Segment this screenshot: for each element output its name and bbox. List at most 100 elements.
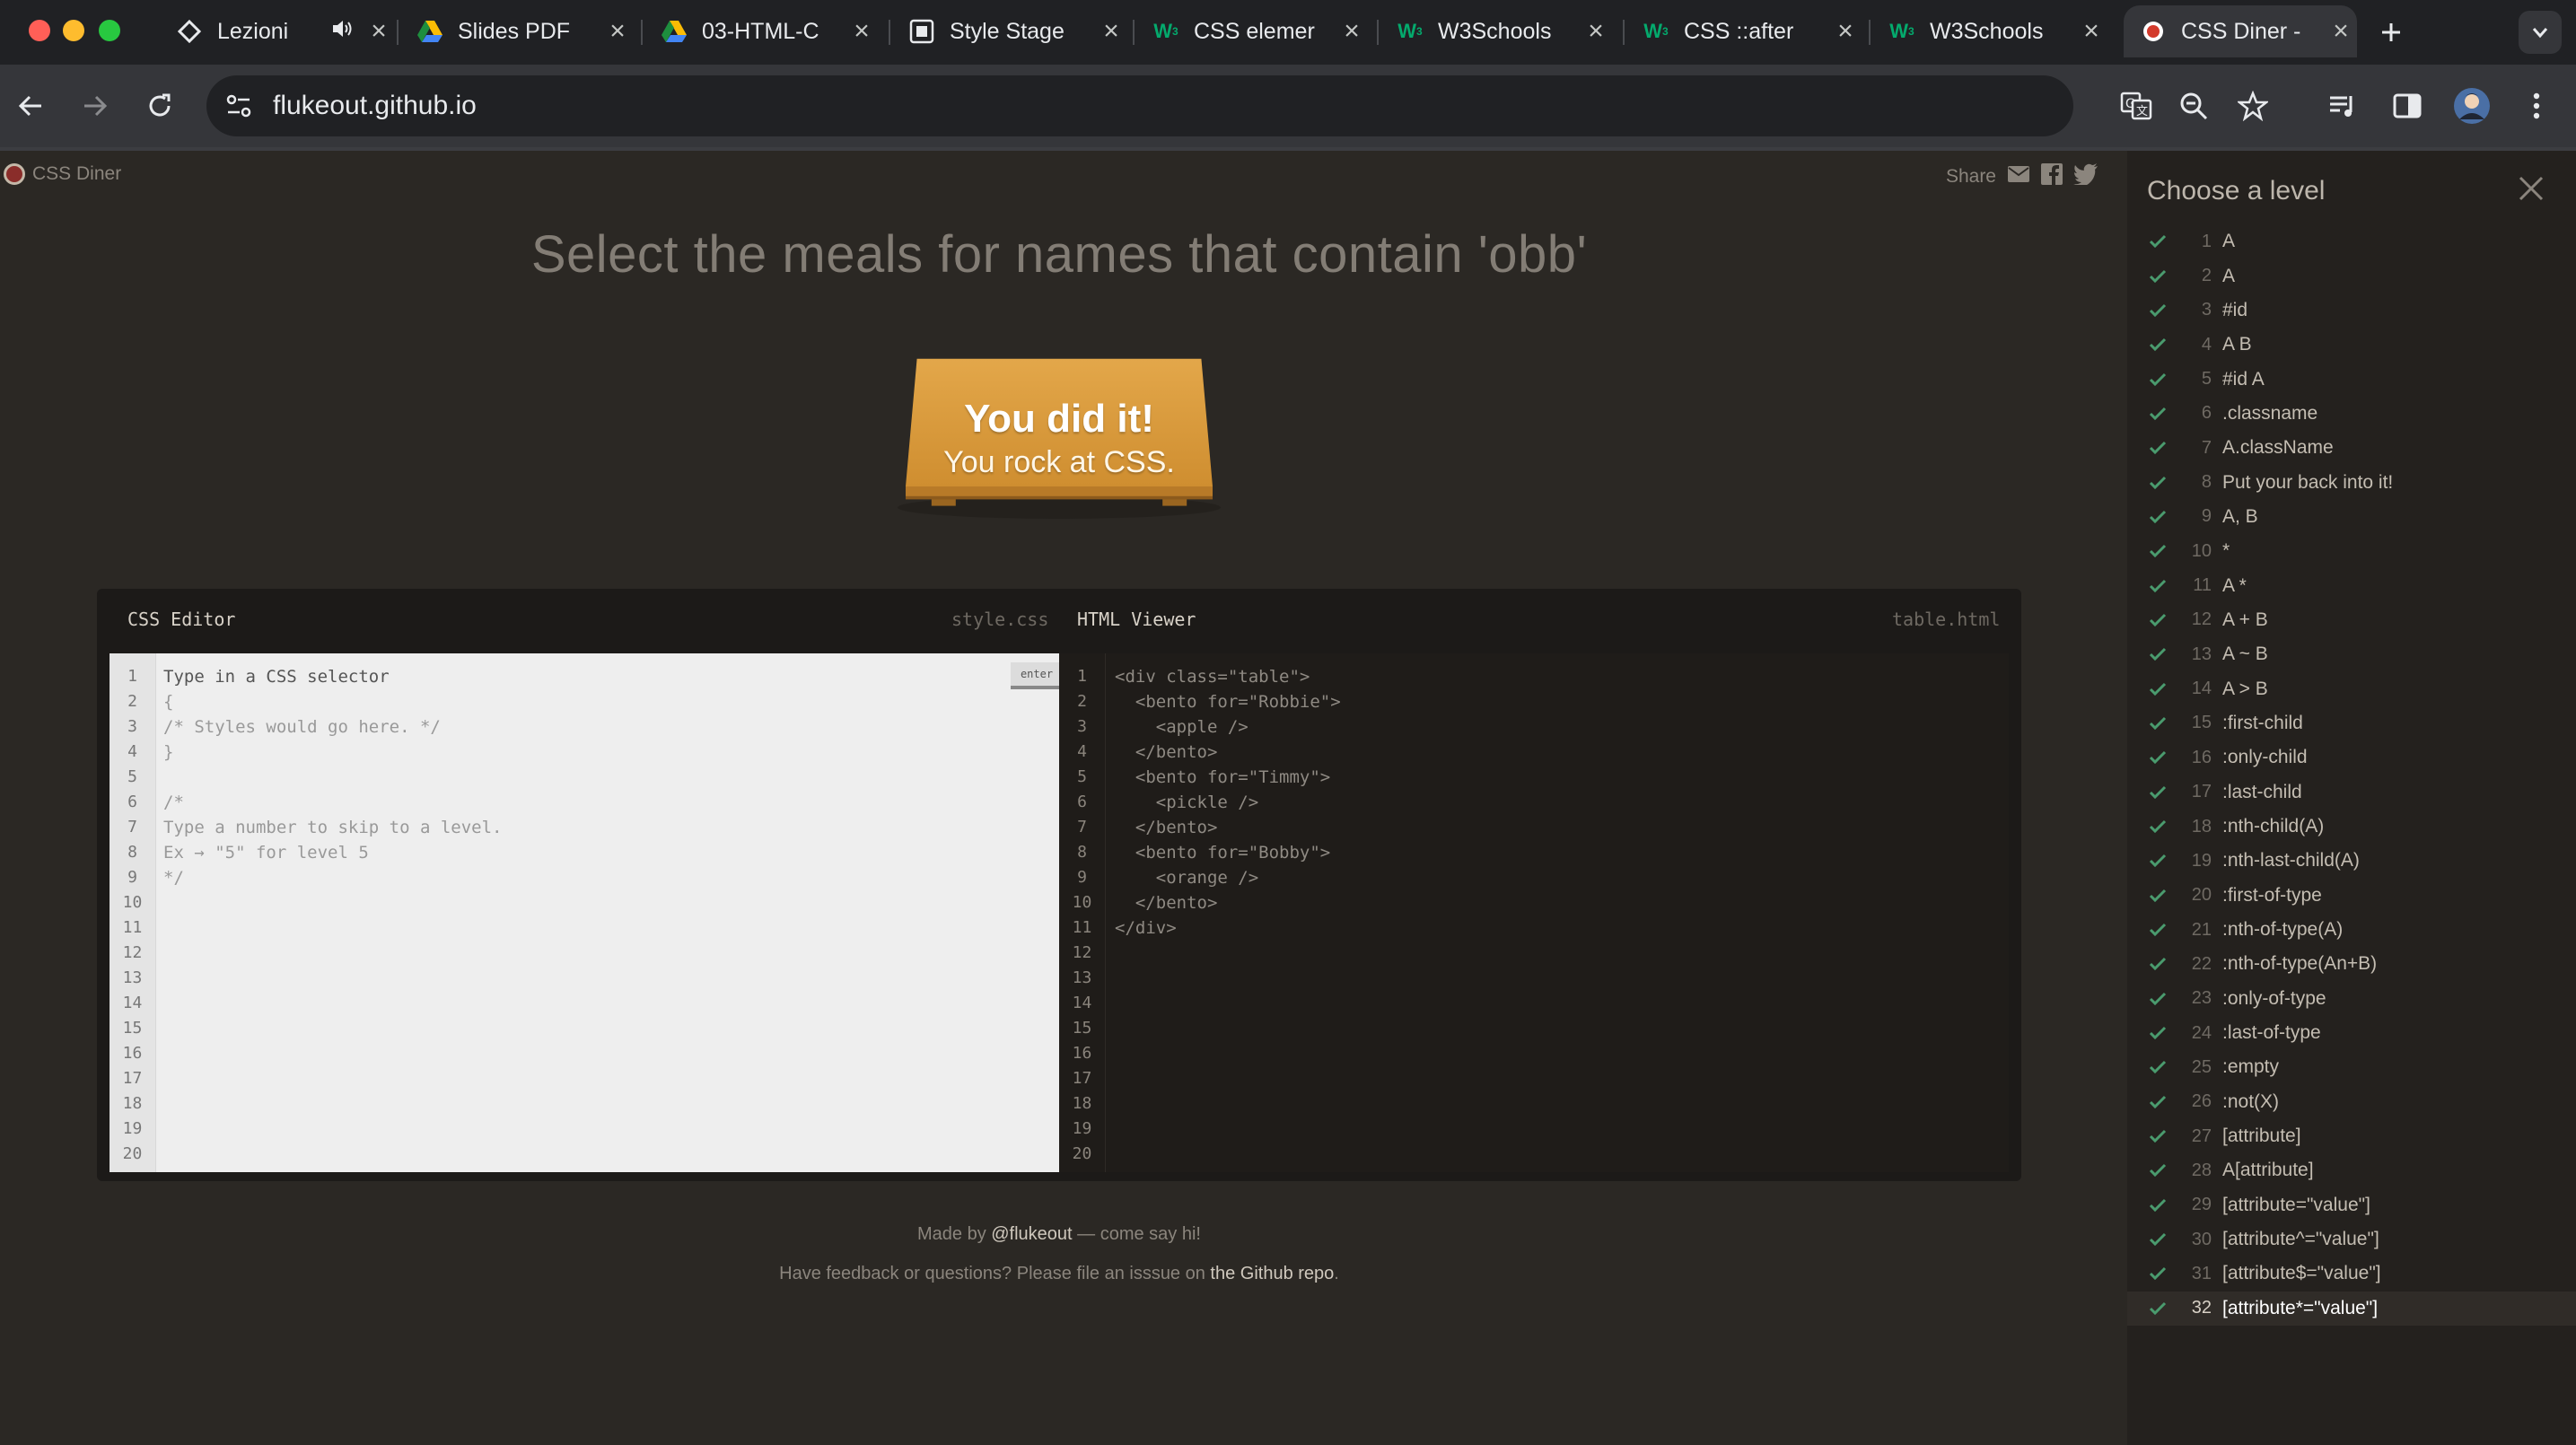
twitter-icon[interactable]: [2073, 163, 2098, 190]
level-item[interactable]: 3 #id: [2127, 293, 2576, 328]
level-item[interactable]: 15:first-child: [2127, 706, 2576, 740]
site-logo[interactable]: CSS Diner: [4, 163, 121, 185]
tab-search-button[interactable]: [2519, 11, 2562, 54]
tab-title: Style Stage: [950, 18, 1065, 44]
browser-tab[interactable]: Lezioni ×: [160, 5, 395, 57]
tab-separator: [1869, 20, 1871, 45]
checkmark-icon: [2149, 476, 2172, 490]
translate-button[interactable]: G文: [2113, 83, 2160, 129]
code-line: /*: [163, 793, 184, 812]
level-item[interactable]: 13 A ~ B: [2127, 637, 2576, 671]
level-item[interactable]: 11 A *: [2127, 568, 2576, 602]
google-drive-icon: [416, 18, 443, 45]
level-selector: A ~ B: [2222, 644, 2268, 665]
email-icon[interactable]: [2007, 165, 2030, 188]
level-item[interactable]: 7 A.className: [2127, 431, 2576, 465]
browser-tab[interactable]: 03-HTML-C ×: [644, 5, 878, 57]
new-tab-button[interactable]: [2373, 14, 2409, 50]
zoom-out-icon: [2180, 92, 2208, 120]
level-item[interactable]: 29 [attribute="value"]: [2127, 1188, 2576, 1222]
level-item[interactable]: 8 Put your back into it!: [2127, 465, 2576, 499]
level-item[interactable]: 9 A, B: [2127, 500, 2576, 534]
code-line: <orange />: [1115, 868, 1259, 888]
level-item[interactable]: 22:nth-of-type(An+B): [2127, 947, 2576, 981]
level-item[interactable]: 10 *: [2127, 534, 2576, 568]
css-input[interactable]: Type in a CSS selector {/* Styles would g…: [163, 664, 503, 890]
level-item[interactable]: 31 [attribute$="value"]: [2127, 1257, 2576, 1291]
side-panel-button[interactable]: [2384, 83, 2431, 129]
level-item[interactable]: 30 [attribute^="value"]: [2127, 1222, 2576, 1257]
tab-close-icon[interactable]: ×: [363, 16, 395, 47]
code-line: <bento for="Bobby">: [1115, 843, 1331, 863]
level-item[interactable]: 23:only-of-type: [2127, 982, 2576, 1016]
author-link[interactable]: @flukeout: [991, 1224, 1072, 1244]
browser-tab[interactable]: Slides PDF ×: [400, 5, 634, 57]
css-editor-filename: style.css: [951, 609, 1049, 630]
address-bar[interactable]: flukeout.github.io: [206, 75, 2073, 136]
browser-tab[interactable]: W3 W3Schools ×: [1380, 5, 1612, 57]
level-item[interactable]: 6 .classname: [2127, 397, 2576, 431]
level-item[interactable]: 1A: [2127, 224, 2576, 258]
level-item[interactable]: 5 #id A: [2127, 362, 2576, 396]
reload-button[interactable]: [136, 83, 183, 129]
profile-button[interactable]: [2449, 83, 2495, 129]
window-minimize-button[interactable]: [63, 20, 84, 41]
tab-close-icon[interactable]: ×: [1095, 16, 1127, 47]
checkmark-icon: [2149, 785, 2172, 800]
level-item[interactable]: 12 A + B: [2127, 603, 2576, 637]
tab-close-icon[interactable]: ×: [1336, 16, 1368, 47]
line-number: 17: [1072, 1069, 1092, 1088]
level-item[interactable]: 26:not(X): [2127, 1085, 2576, 1119]
browser-tab[interactable]: W3 CSS elemer ×: [1136, 5, 1368, 57]
level-item[interactable]: 4 A B: [2127, 328, 2576, 362]
menu-button[interactable]: [2513, 83, 2560, 129]
checkmark-icon: [2149, 716, 2172, 731]
github-repo-link[interactable]: the Github repo: [1210, 1264, 1334, 1283]
level-item[interactable]: 14 A > B: [2127, 671, 2576, 705]
level-item[interactable]: 32 [attribute*="value"]: [2127, 1291, 2576, 1326]
level-number: 21: [2191, 919, 2212, 940]
browser-tab[interactable]: W3 CSS ::after ×: [1626, 5, 1862, 57]
level-number: 9: [2201, 506, 2212, 527]
tab-close-icon[interactable]: ×: [601, 16, 634, 47]
level-item[interactable]: 28 A[attribute]: [2127, 1153, 2576, 1187]
forward-button[interactable]: [72, 83, 118, 129]
url-text: flukeout.github.io: [273, 91, 477, 120]
media-controls-button[interactable]: [2319, 83, 2366, 129]
browser-tab[interactable]: Style Stage ×: [892, 5, 1127, 57]
level-item[interactable]: 19:nth-last-child(A): [2127, 844, 2576, 878]
level-item[interactable]: 21:nth-of-type(A): [2127, 913, 2576, 947]
chevron-down-icon: [2532, 28, 2548, 39]
line-number: 15: [122, 1019, 143, 1038]
sidebar-close-button[interactable]: [2511, 169, 2551, 208]
window-maximize-button[interactable]: [99, 20, 120, 41]
level-selector: :first-child: [2222, 712, 2303, 733]
back-button[interactable]: [7, 83, 54, 129]
tab-close-icon[interactable]: ×: [1829, 16, 1862, 47]
speaker-icon[interactable]: [330, 17, 363, 47]
level-item[interactable]: 17:last-child: [2127, 775, 2576, 810]
window-close-button[interactable]: [29, 20, 50, 41]
site-settings-icon[interactable]: [223, 90, 255, 127]
level-item[interactable]: 2A: [2127, 258, 2576, 293]
browser-tab[interactable]: W3 W3Schools ×: [1872, 5, 2107, 57]
level-item[interactable]: 24:last-of-type: [2127, 1016, 2576, 1050]
level-item[interactable]: 25:empty: [2127, 1050, 2576, 1084]
browser-tab-active[interactable]: CSS Diner - ×: [2124, 5, 2357, 57]
tab-close-icon[interactable]: ×: [1580, 16, 1612, 47]
tab-close-icon[interactable]: ×: [2075, 16, 2107, 47]
level-item[interactable]: 20:first-of-type: [2127, 879, 2576, 913]
tab-title: W3Schools: [1930, 18, 2044, 44]
bookmark-button[interactable]: [2230, 83, 2276, 129]
tab-close-icon[interactable]: ×: [2325, 16, 2357, 47]
level-item[interactable]: 18:nth-child(A): [2127, 810, 2576, 844]
tab-close-icon[interactable]: ×: [846, 16, 878, 47]
facebook-icon[interactable]: [2041, 163, 2063, 190]
line-number: 18: [1072, 1094, 1092, 1113]
enter-button[interactable]: enter: [1011, 662, 1063, 689]
level-selector: :empty: [2222, 1056, 2280, 1078]
level-item[interactable]: 16:only-child: [2127, 740, 2576, 775]
level-number: 18: [2191, 816, 2212, 836]
level-item[interactable]: 27 [attribute]: [2127, 1119, 2576, 1153]
zoom-button[interactable]: [2170, 83, 2217, 129]
